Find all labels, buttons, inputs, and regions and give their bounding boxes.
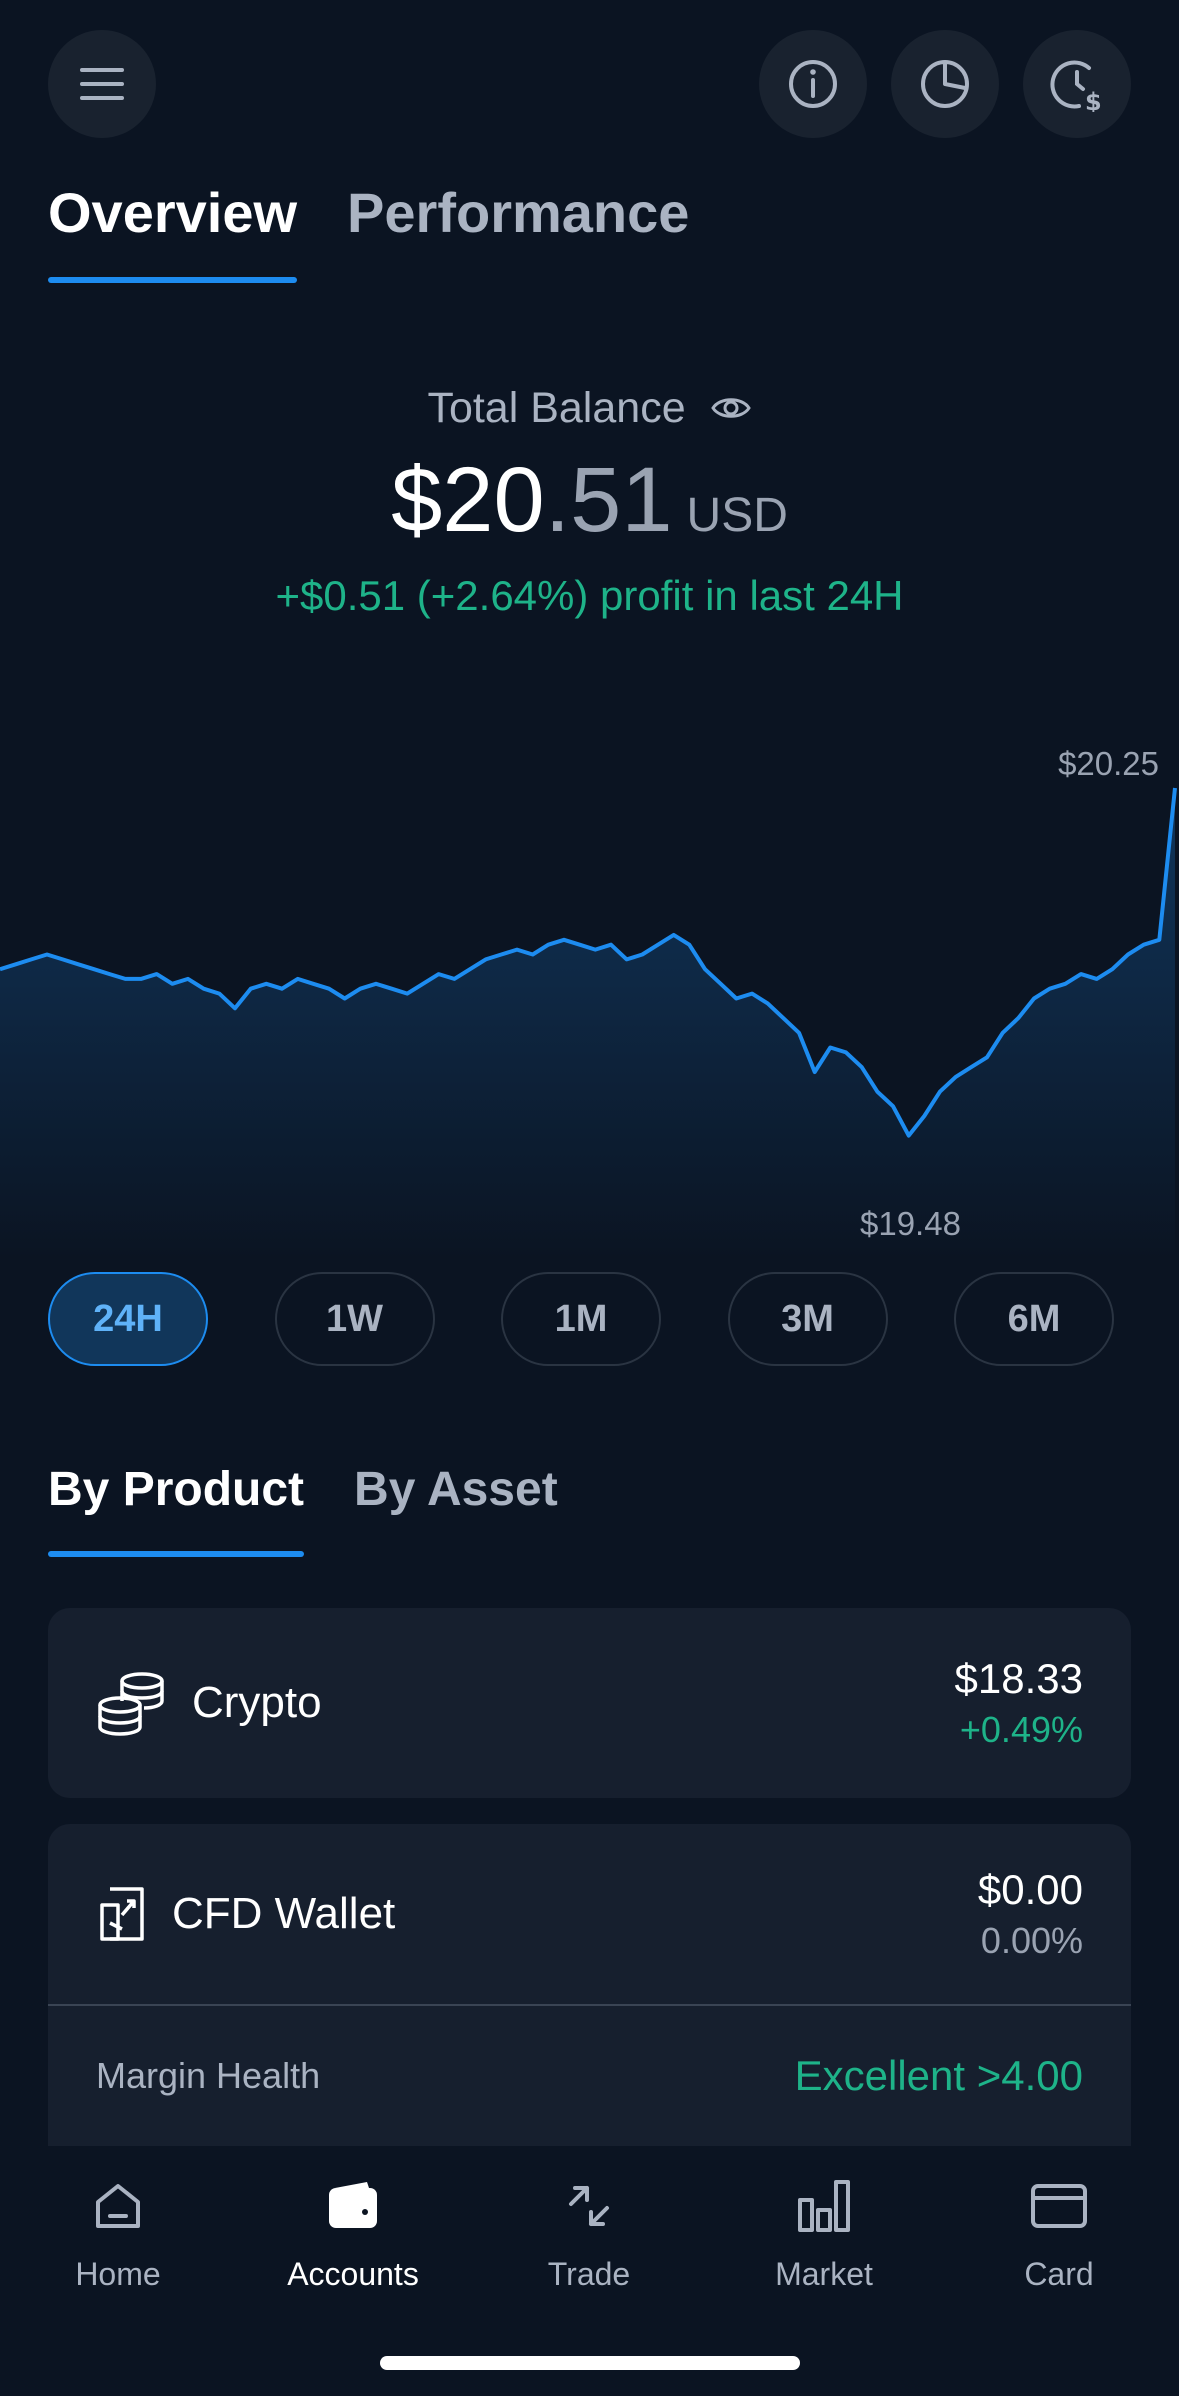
menu-icon	[80, 68, 124, 100]
home-icon	[96, 2184, 140, 2228]
range-1w[interactable]: 1W	[274, 1272, 435, 1366]
nav-accounts[interactable]: Accounts	[253, 2174, 453, 2293]
chart-low-label: $19.48	[860, 1205, 961, 1242]
balance-chart[interactable]	[0, 700, 1179, 1260]
pie-chart-icon	[921, 60, 969, 108]
cfd-wallet-icon	[100, 1887, 144, 1941]
time-range-selector: 24H 1W 1M 3M 6M	[48, 1272, 1114, 1366]
portfolio-chart-button[interactable]	[891, 30, 999, 138]
range-6m[interactable]: 6M	[954, 1272, 1114, 1366]
main-tabs: Overview Performance	[48, 180, 689, 283]
nav-card[interactable]: Card	[959, 2174, 1159, 2293]
product-tabs: By Product By Asset	[48, 1462, 558, 1557]
trade-arrows-icon	[569, 2186, 609, 2226]
cfd-wallet-change: 0.00%	[980, 1920, 1083, 1961]
crypto-name: Crypto	[192, 1678, 322, 1727]
clock-dollar-icon: $	[1050, 60, 1102, 112]
cfd-wallet-value: $0.00	[977, 1866, 1083, 1913]
crypto-change: +0.49%	[959, 1709, 1083, 1750]
cfd-wallet-card[interactable]: CFD Wallet $0.00 0.00% Margin Health Exc…	[48, 1824, 1131, 2146]
total-balance-text: Total Balance	[427, 384, 686, 432]
tab-by-asset[interactable]: By Asset	[354, 1462, 558, 1557]
margin-health-value: Excellent >4.00	[794, 2052, 1083, 2099]
nav-card-label: Card	[1024, 2256, 1094, 2292]
tab-by-product[interactable]: By Product	[48, 1462, 305, 1557]
total-balance-label: Total Balance	[0, 384, 1179, 435]
range-3m[interactable]: 3M	[727, 1272, 888, 1366]
menu-button[interactable]	[48, 30, 156, 138]
nav-home[interactable]: Home	[18, 2174, 218, 2293]
info-button[interactable]	[759, 30, 867, 138]
crypto-value: $18.33	[954, 1655, 1083, 1702]
tab-performance[interactable]: Performance	[347, 180, 689, 283]
balance-whole: $20	[391, 449, 545, 551]
balance-currency: USD	[686, 489, 788, 542]
svg-text:$: $	[1085, 88, 1102, 112]
nav-market-label: Market	[775, 2256, 873, 2292]
total-balance-amount: $20.51 USD	[0, 448, 1179, 553]
card-icon	[1031, 2184, 1087, 2228]
eye-icon[interactable]	[710, 386, 752, 435]
chart-high-label: $20.25	[1058, 745, 1159, 782]
margin-health-label: Margin Health	[96, 2055, 321, 2096]
wallet-icon	[329, 2182, 377, 2228]
cfd-wallet-name: CFD Wallet	[172, 1889, 396, 1938]
range-24h[interactable]: 24H	[48, 1272, 208, 1366]
info-icon	[789, 60, 837, 108]
tab-overview[interactable]: Overview	[48, 180, 298, 283]
nav-trade-label: Trade	[547, 2256, 631, 2292]
history-button[interactable]: $	[1023, 30, 1131, 138]
balance-cents: .51	[544, 449, 673, 551]
home-indicator	[380, 2356, 800, 2370]
profit-24h: +$0.51 (+2.64%) profit in last 24H	[275, 572, 904, 619]
crypto-card[interactable]: Crypto $18.33 +0.49%	[48, 1608, 1131, 1798]
nav-market[interactable]: Market	[724, 2174, 924, 2293]
bar-chart-icon	[798, 2180, 850, 2232]
nav-accounts-label: Accounts	[287, 2256, 419, 2292]
coins-icon	[98, 1672, 164, 1736]
margin-health-row: Margin Health Excellent >4.00	[48, 2006, 1131, 2146]
range-1m[interactable]: 1M	[501, 1272, 661, 1366]
nav-trade[interactable]: Trade	[489, 2174, 689, 2293]
nav-home-label: Home	[75, 2256, 161, 2292]
chart-area-fill	[0, 788, 1175, 1260]
